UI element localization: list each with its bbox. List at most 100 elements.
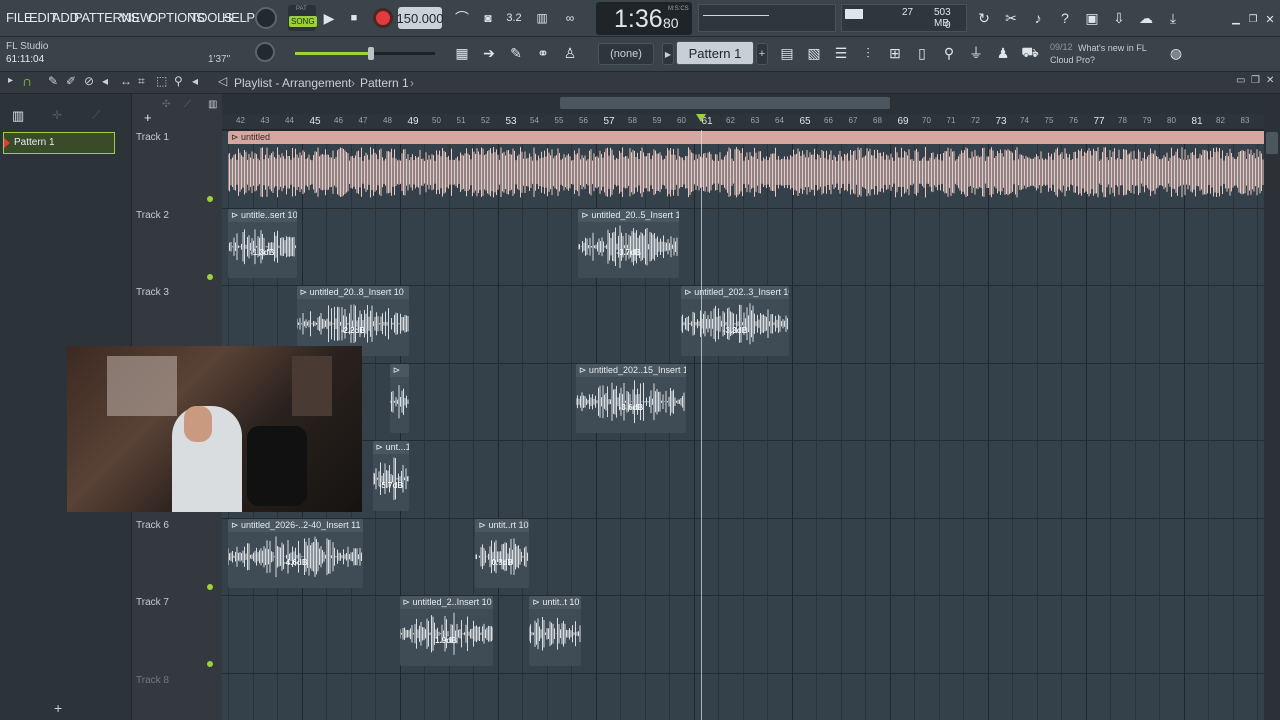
link-icon[interactable]: ⚭ xyxy=(532,42,554,64)
playlist-minimize-icon[interactable]: ▭ xyxy=(1236,75,1245,86)
audio-clip[interactable]: ⊳ untitled_202..3_Insert 10 -3.3dB xyxy=(681,286,790,356)
audio-clip[interactable]: ⊳ untitled xyxy=(228,131,1264,201)
master-volume-knob[interactable] xyxy=(255,7,277,29)
playlist-close-icon[interactable]: ✕ xyxy=(1266,75,1274,86)
pattern-prev-icon[interactable]: ▶ xyxy=(662,43,674,65)
help-icon[interactable]: ? xyxy=(1054,7,1076,29)
master-volume-slider[interactable] xyxy=(295,47,435,60)
step-edit-icon[interactable]: ▥ xyxy=(531,7,553,29)
news-text[interactable]: What's new in FL Cloud Pro? xyxy=(1050,42,1160,66)
audio-clip[interactable]: ⊳ untitled_20..5_Insert 10 -3.7dB xyxy=(578,208,679,278)
scroll-thumb[interactable] xyxy=(560,97,890,109)
vscroll-thumb[interactable] xyxy=(1266,132,1278,154)
mixer-icon[interactable]: ⫶ xyxy=(857,42,879,64)
track-mute-indicator[interactable] xyxy=(207,196,213,202)
track-label[interactable]: Track 7 xyxy=(136,597,169,608)
delete-icon[interactable]: ⊘ xyxy=(84,74,94,88)
playhead-marker-icon[interactable] xyxy=(695,114,706,122)
browser-icon[interactable]: ⊞ xyxy=(884,42,906,64)
render-icon[interactable]: ⇩ xyxy=(1108,7,1130,29)
playhead[interactable] xyxy=(700,130,702,720)
pencil-icon[interactable]: ✎ xyxy=(48,74,58,88)
file-icon[interactable]: ▯ xyxy=(911,42,933,64)
close-icon[interactable]: ✕ xyxy=(1259,8,1280,30)
chat-icon[interactable]: ☁ xyxy=(1135,7,1157,29)
track-label[interactable]: Track 3 xyxy=(136,287,169,298)
pattern-list-item[interactable]: Pattern 1 xyxy=(3,132,115,154)
track-label[interactable]: Track 2 xyxy=(136,210,169,221)
audio-clip[interactable]: ⊳ untitle..sert 10 -1.3dB xyxy=(228,208,297,278)
undo-icon[interactable]: ↻ xyxy=(973,7,995,29)
audio-clip[interactable]: ⊳ untitled_2026-..2-40_Insert 11 -4.6dB xyxy=(228,518,363,588)
audio-clip[interactable]: ⊳ untitled_2..Insert 10 1.9dB xyxy=(399,596,493,666)
audio-clip[interactable]: ⊳ untit..rt 10 0.9dB xyxy=(475,518,530,588)
download-icon[interactable]: ⤓ xyxy=(1162,7,1184,29)
pat-song-toggle[interactable]: PAT SONG xyxy=(288,5,317,31)
ruler-tick-label: 62 xyxy=(726,116,735,125)
microphone-icon[interactable]: ♪ xyxy=(1027,7,1049,29)
slip-icon[interactable]: ↔ xyxy=(120,74,132,88)
track-mute-indicator[interactable] xyxy=(207,583,213,590)
select-icon[interactable]: ⬚ xyxy=(156,74,167,88)
audio-clip[interactable]: ⊳ untitled_202..15_Insert 10 -3.6dB xyxy=(575,363,687,433)
piano-roll-icon[interactable]: ▥ xyxy=(12,108,24,124)
menu-help[interactable]: HELP xyxy=(222,10,255,25)
globe-icon[interactable]: ◍ xyxy=(1165,42,1187,64)
track-label[interactable]: Track 1 xyxy=(136,132,169,143)
add-pattern-plus-icon[interactable]: + xyxy=(54,700,62,716)
macro-icon[interactable]: ♟ xyxy=(992,42,1014,64)
audio-clip[interactable]: ⊳ untit..t 10 xyxy=(529,596,581,666)
track-mute-indicator[interactable] xyxy=(207,273,213,280)
loop-record-icon[interactable]: ∞ xyxy=(559,7,581,29)
record-icon[interactable] xyxy=(373,8,393,28)
play-icon[interactable]: ▶ xyxy=(318,7,340,29)
channel-rack-icon[interactable]: ☰ xyxy=(830,42,852,64)
audio-clip[interactable]: ⊳ xyxy=(389,363,410,433)
main-toolbar: FILE EDIT ADD PATTERNS VIEW OPTIONS TOOL… xyxy=(0,0,1280,37)
playlist-icon[interactable]: ▤ xyxy=(776,42,798,64)
mute-icon[interactable]: ◂ xyxy=(102,74,108,88)
slice-icon[interactable]: ⌗ xyxy=(138,74,145,89)
audio-clip-icon[interactable]: ✛ xyxy=(52,108,62,122)
grid-bar-line xyxy=(791,130,793,720)
cut-icon[interactable]: ✂ xyxy=(1000,7,1022,29)
add-track-icon[interactable]: + xyxy=(144,110,152,125)
paint-icon[interactable]: ✐ xyxy=(66,74,76,88)
horizontal-scrollbar[interactable] xyxy=(222,94,1264,114)
master-pitch-knob[interactable] xyxy=(255,42,275,62)
vertical-scrollbar[interactable] xyxy=(1264,94,1280,720)
countdown-icon[interactable]: 3.2 xyxy=(503,7,525,29)
chain-icon[interactable]: ⟋ xyxy=(184,99,191,110)
brush-icon[interactable]: ✎ xyxy=(505,42,527,64)
zoom-icon[interactable]: ⚲ xyxy=(174,74,183,88)
playback-icon[interactable]: ◂ xyxy=(192,74,198,88)
add-pattern-icon[interactable]: + xyxy=(756,43,768,65)
automation-icon[interactable]: ⟋ xyxy=(92,108,100,123)
tempo-display[interactable]: 150.000 xyxy=(397,7,444,29)
channel-selector[interactable]: (none) xyxy=(598,43,654,65)
timeline-ruler[interactable]: 42 43 44 45 46 47 48 49 50 51 52 53 54 55 56 57 58 59 60 61… xyxy=(222,114,1264,130)
step-sequencer-icon[interactable]: ▧ xyxy=(803,42,825,64)
wait-record-icon[interactable]: ◙ xyxy=(477,7,499,29)
save-icon[interactable]: ▣ xyxy=(1081,7,1103,29)
playlist-maximize-icon[interactable]: ❐ xyxy=(1251,75,1260,86)
magnet-icon[interactable]: ∩ xyxy=(22,73,32,89)
playlist-menu-arrow-icon[interactable]: ▸ xyxy=(8,75,13,86)
stamp-icon[interactable]: ♙ xyxy=(559,42,581,64)
snap-icon[interactable]: ✣ xyxy=(162,99,170,110)
plug-icon[interactable]: ⏚ xyxy=(965,42,987,64)
ruler-tick-label: 67 xyxy=(848,116,858,125)
piano-icon[interactable]: ▦ xyxy=(451,42,473,64)
audio-clip[interactable]: ⊳ unt...1 -5.7dB xyxy=(372,441,410,511)
metronome-icon[interactable]: ⌒ xyxy=(451,7,473,29)
cart-icon[interactable]: ⛟ xyxy=(1019,42,1041,64)
track-mute-indicator[interactable] xyxy=(207,661,213,667)
track-label[interactable]: Track 8 xyxy=(136,675,169,686)
track-label[interactable]: Track 6 xyxy=(136,520,169,531)
playlist-grid[interactable]: ⊳ untitled ⊳ untitle..sert 10 -1.3dB ⊳ unti… xyxy=(222,130,1264,720)
arrow-icon[interactable]: ➔ xyxy=(478,42,500,64)
pattern-selector[interactable]: Pattern 1 xyxy=(676,41,754,65)
plugin-icon[interactable]: ⚲ xyxy=(938,42,960,64)
stop-icon[interactable]: ■ xyxy=(343,7,365,29)
pat-icon[interactable]: ▥ xyxy=(208,99,217,110)
